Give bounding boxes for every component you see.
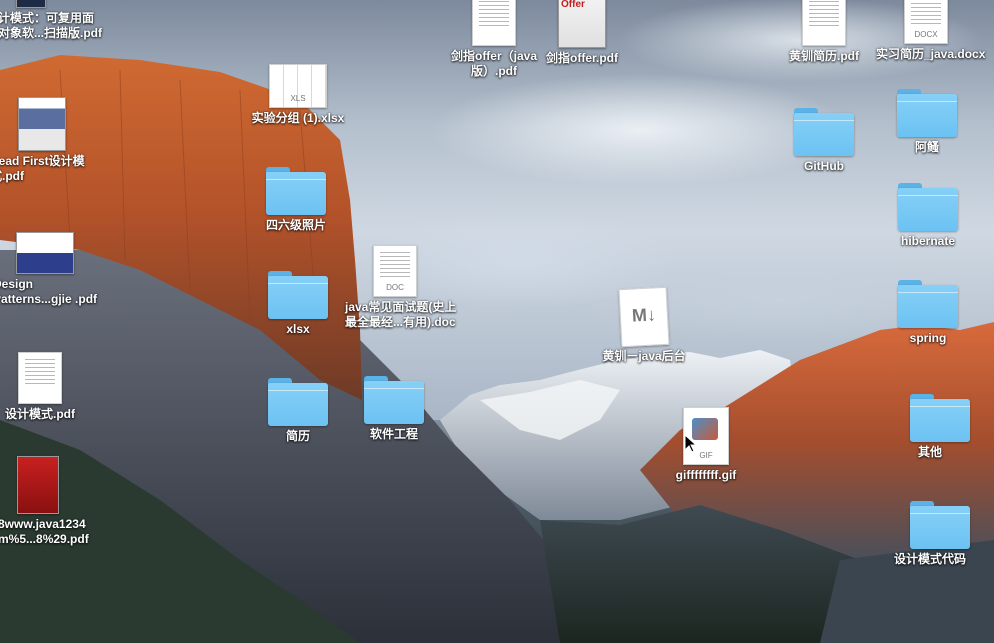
icon-label: GitHub — [804, 159, 844, 173]
folder-other[interactable]: 其他 — [890, 394, 990, 460]
icon-label: 简历 — [285, 429, 310, 443]
folder-icon — [268, 378, 328, 426]
icon-label: 软件工程 — [369, 427, 418, 441]
folder-github[interactable]: GitHub — [774, 108, 874, 174]
icon-label: java常见面试题(史上 最全最经...有用).doc — [345, 300, 457, 329]
file-java1234-pdf[interactable]: 8www.java1234 m%5...8%29.pdf — [0, 456, 89, 547]
pdf-thumbnail-icon — [802, 0, 846, 46]
markdown-icon: M↓ — [618, 286, 670, 348]
file-offer-java-pdf[interactable]: 剑指offer（java 版）.pdf — [444, 0, 544, 79]
icon-label: 设计模式.pdf — [5, 407, 75, 421]
folder-icon — [364, 376, 424, 424]
folder-xlsx[interactable]: xlsx — [248, 271, 348, 337]
folder-design-patterns-code[interactable]: 设计模式代码 — [890, 501, 990, 567]
icon-label: spring — [909, 331, 947, 345]
icon-label: 黄钏简历.pdf — [789, 49, 859, 63]
icon-label: 剑指offer（java 版）.pdf — [450, 49, 538, 78]
icon-label: 计模式：可复用面 对象软...扫描版.pdf — [0, 11, 102, 40]
file-design-patterns-gjie-pdf[interactable]: Design Patterns...gjie .pdf — [0, 232, 98, 307]
folder-icon — [897, 89, 957, 137]
file-internship-resume-docx[interactable]: DOCX 实习简历_java.docx — [876, 0, 986, 62]
icon-label: giffffffff.gif — [675, 468, 737, 482]
icon-label: Head First设计模 式.pdf — [0, 154, 85, 183]
folder-spring[interactable]: spring — [878, 280, 978, 346]
file-java-interview-doc[interactable]: DOC java常见面试题(史上 最全最经...有用).doc — [345, 245, 457, 330]
folder-cet-photos[interactable]: 四六级照片 — [246, 167, 346, 233]
icon-label: 设计模式代码 — [893, 552, 966, 566]
file-head-first-pdf[interactable]: Head First设计模 式.pdf — [0, 97, 92, 184]
folder-software-engineering[interactable]: 软件工程 — [344, 376, 444, 442]
file-huangchuan-resume-pdf[interactable]: 黄钏简历.pdf — [774, 0, 874, 64]
wallpaper-mountains — [0, 55, 994, 643]
file-giffffffff-gif[interactable]: GIF giffffffff.gif — [656, 407, 756, 483]
folder-resume[interactable]: 简历 — [248, 378, 348, 444]
icon-label: 剑指offer.pdf — [546, 51, 618, 65]
folder-icon — [268, 271, 328, 319]
file-experiment-groups-xlsx[interactable]: XLS 实验分组 (1).xlsx — [248, 64, 348, 126]
icon-label: 四六级照片 — [265, 218, 326, 232]
mouse-cursor-icon — [684, 434, 698, 453]
pdf-thumbnail-icon — [18, 352, 62, 404]
file-design-patterns-scan-pdf[interactable]: 计模式：可复用面 对象软...扫描版.pdf — [0, 0, 102, 41]
desktop: 计模式：可复用面 对象软...扫描版.pdf Head First设计模 式.p… — [0, 0, 994, 643]
folder-icon — [910, 501, 970, 549]
folder-icon — [898, 183, 958, 231]
pdf-thumbnail-icon — [16, 232, 74, 274]
pdf-thumbnail-icon — [17, 456, 59, 514]
icon-label: 8www.java1234 m%5...8%29.pdf — [0, 517, 89, 546]
folder-asu[interactable]: 阿鳋 — [877, 89, 977, 155]
icon-label: 实验分组 (1).xlsx — [251, 111, 345, 125]
docx-icon: DOCX — [904, 0, 948, 44]
folder-icon — [898, 280, 958, 328]
icon-label: 其他 — [917, 445, 942, 459]
xlsx-icon: XLS — [269, 64, 327, 108]
icon-label: 黄钏－java后台 — [602, 349, 686, 363]
folder-icon — [910, 394, 970, 442]
icon-label: Design Patterns...gjie .pdf — [0, 277, 98, 306]
pdf-thumbnail-icon — [472, 0, 516, 46]
pdf-thumbnail-icon — [18, 97, 66, 151]
file-offer-pdf[interactable]: Offer 剑指offer.pdf — [532, 0, 632, 66]
folder-icon — [794, 108, 854, 156]
file-design-patterns-pdf[interactable]: 设计模式.pdf — [0, 352, 90, 422]
icon-label: 阿鳋 — [914, 140, 939, 154]
doc-icon: DOC — [373, 245, 417, 297]
file-huangchuan-java-backend-md[interactable]: M↓ 黄钏－java后台 — [594, 286, 694, 364]
icon-label: xlsx — [286, 322, 310, 336]
folder-icon — [266, 167, 326, 215]
folder-hibernate[interactable]: hibernate — [878, 183, 978, 249]
icon-label: 实习简历_java.docx — [876, 47, 986, 61]
pdf-thumbnail-icon — [16, 0, 46, 8]
pdf-thumbnail-icon: Offer — [558, 0, 606, 48]
icon-label: hibernate — [900, 234, 955, 248]
